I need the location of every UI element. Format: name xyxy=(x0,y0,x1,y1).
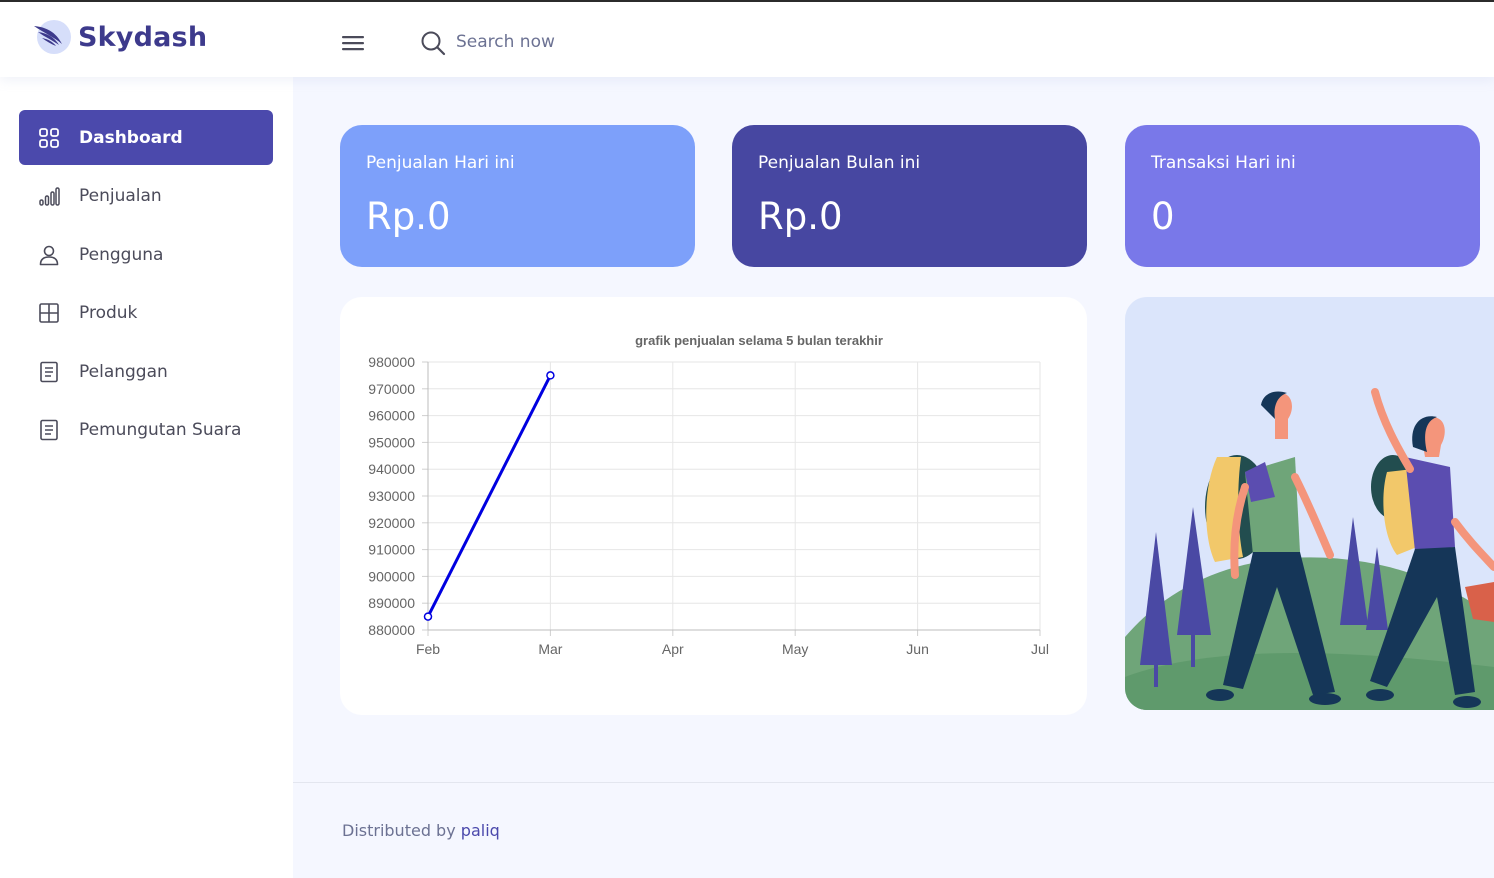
chart-y-tick-label: 960000 xyxy=(368,408,415,424)
sidebar-item-pemungutan-suara[interactable]: Pemungutan Suara xyxy=(19,402,273,457)
chart-x-tick-label: Mar xyxy=(538,641,562,657)
footer-prefix: Distributed by xyxy=(342,821,456,840)
sidebar-item-produk[interactable]: Produk xyxy=(19,285,273,340)
chart-data-point xyxy=(546,371,555,380)
chart-title: grafik penjualan selama 5 bulan terakhir xyxy=(635,333,883,348)
chart-x-tick-label: Apr xyxy=(662,641,684,657)
sidebar-item-dashboard[interactable]: Dashboard xyxy=(19,110,273,165)
footer-link[interactable]: paliq xyxy=(461,821,500,840)
sales-line-chart: grafik penjualan selama 5 bulan terakhir… xyxy=(368,333,1049,657)
brand-logo-icon xyxy=(34,20,71,54)
card-transaksi-hari-ini: Transaksi Hari ini 0 xyxy=(1125,125,1480,267)
chart-y-tick-label: 900000 xyxy=(368,568,415,584)
chart-x-tick-label: Jun xyxy=(906,641,929,657)
card-value: Rp.0 xyxy=(366,195,451,238)
card-value: Rp.0 xyxy=(758,195,843,238)
chart-y-tick-label: 940000 xyxy=(368,461,415,477)
sidebar-item-pengguna[interactable]: Pengguna xyxy=(19,227,273,282)
sidebar: Dashboard Penjualan Pengguna Produk Pela… xyxy=(0,77,293,878)
search-icon[interactable] xyxy=(419,29,447,57)
sidebar-item-label: Pelanggan xyxy=(79,361,168,382)
chart-y-tick-label: 930000 xyxy=(368,488,415,504)
card-penjualan-bulan-ini: Penjualan Bulan ini Rp.0 xyxy=(732,125,1087,267)
sidebar-item-pelanggan[interactable]: Pelanggan xyxy=(19,344,273,399)
sidebar-item-label: Pengguna xyxy=(79,244,164,265)
chart-y-tick-label: 950000 xyxy=(368,434,415,450)
hamburger-menu-icon[interactable] xyxy=(338,28,368,58)
sidebar-item-label: Produk xyxy=(79,302,138,323)
top-navbar: Skydash xyxy=(0,0,1494,77)
chart-y-tick-label: 980000 xyxy=(368,354,415,370)
user-icon xyxy=(39,245,59,265)
document-icon xyxy=(40,419,58,440)
document-icon xyxy=(40,361,58,382)
card-title: Penjualan Bulan ini xyxy=(758,153,921,173)
card-penjualan-hari-ini: Penjualan Hari ini Rp.0 xyxy=(340,125,695,267)
card-value: 0 xyxy=(1151,195,1175,238)
hikers-illustration-card xyxy=(1125,297,1494,710)
chart-y-tick-label: 920000 xyxy=(368,515,415,531)
chart-y-tick-label: 910000 xyxy=(368,542,415,558)
sidebar-item-label: Dashboard xyxy=(79,127,183,148)
sidebar-item-penjualan[interactable]: Penjualan xyxy=(19,168,273,223)
footer-divider xyxy=(293,782,1494,783)
table-icon xyxy=(39,302,59,323)
footer-text: Distributed by paliq xyxy=(342,821,500,840)
chart-x-tick-label: Jul xyxy=(1031,641,1049,657)
hikers-illustration xyxy=(1125,388,1494,710)
bar-chart-icon xyxy=(39,186,60,206)
sales-chart-card: grafik penjualan selama 5 bulan terakhir… xyxy=(340,297,1087,715)
chart-y-tick-label: 890000 xyxy=(368,595,415,611)
sidebar-item-label: Penjualan xyxy=(79,185,162,206)
search-input[interactable] xyxy=(456,26,756,58)
chart-y-tick-label: 970000 xyxy=(368,381,415,397)
chart-data-point xyxy=(423,612,433,621)
card-title: Transaksi Hari ini xyxy=(1151,153,1296,173)
chart-y-tick-label: 880000 xyxy=(368,622,415,638)
sidebar-item-label: Pemungutan Suara xyxy=(79,419,242,440)
brand-name: Skydash xyxy=(78,21,208,53)
chart-x-tick-label: May xyxy=(782,641,808,657)
grid-icon xyxy=(39,127,59,148)
brand-logo-link[interactable]: Skydash xyxy=(32,18,207,56)
chart-x-tick-label: Feb xyxy=(416,641,440,657)
card-title: Penjualan Hari ini xyxy=(366,153,515,173)
